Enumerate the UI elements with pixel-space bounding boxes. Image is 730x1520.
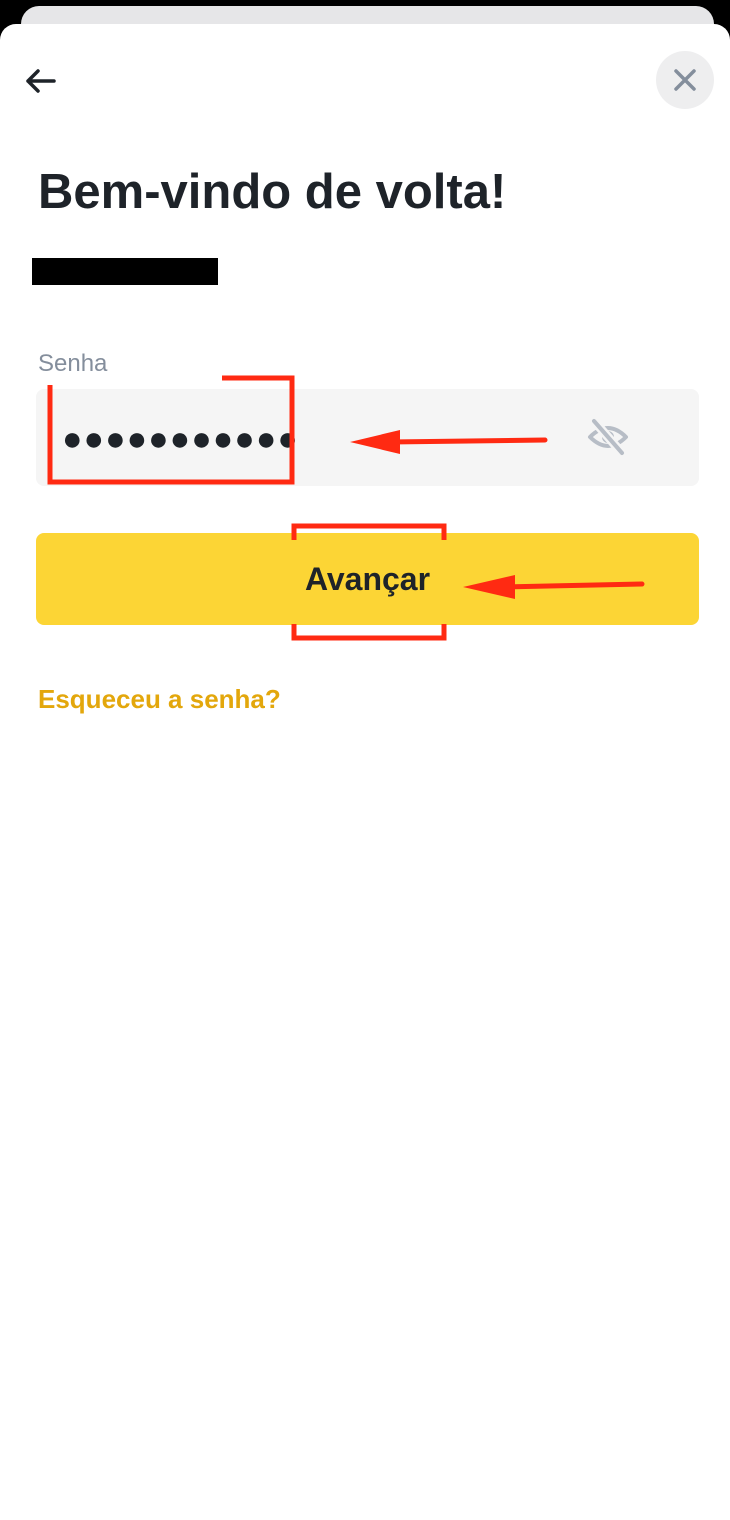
login-sheet: Bem-vindo de volta! Senha ●●●●●●●●●●● Av… [0, 24, 730, 1520]
close-icon [674, 69, 696, 91]
continue-button[interactable]: Avançar [36, 533, 699, 625]
password-label: Senha [38, 350, 108, 377]
password-value[interactable]: ●●●●●●●●●●● [62, 419, 299, 459]
page-title: Bem-vindo de volta! [38, 165, 507, 219]
password-field[interactable]: ●●●●●●●●●●● [36, 389, 699, 486]
toggle-visibility-button[interactable] [582, 413, 634, 461]
forgot-password-link[interactable]: Esqueceu a senha? [38, 684, 281, 715]
close-button[interactable] [656, 51, 714, 109]
back-button[interactable] [20, 61, 60, 101]
arrow-left-icon [26, 69, 56, 93]
eye-off-icon [588, 417, 628, 457]
redacted-account [32, 258, 218, 285]
